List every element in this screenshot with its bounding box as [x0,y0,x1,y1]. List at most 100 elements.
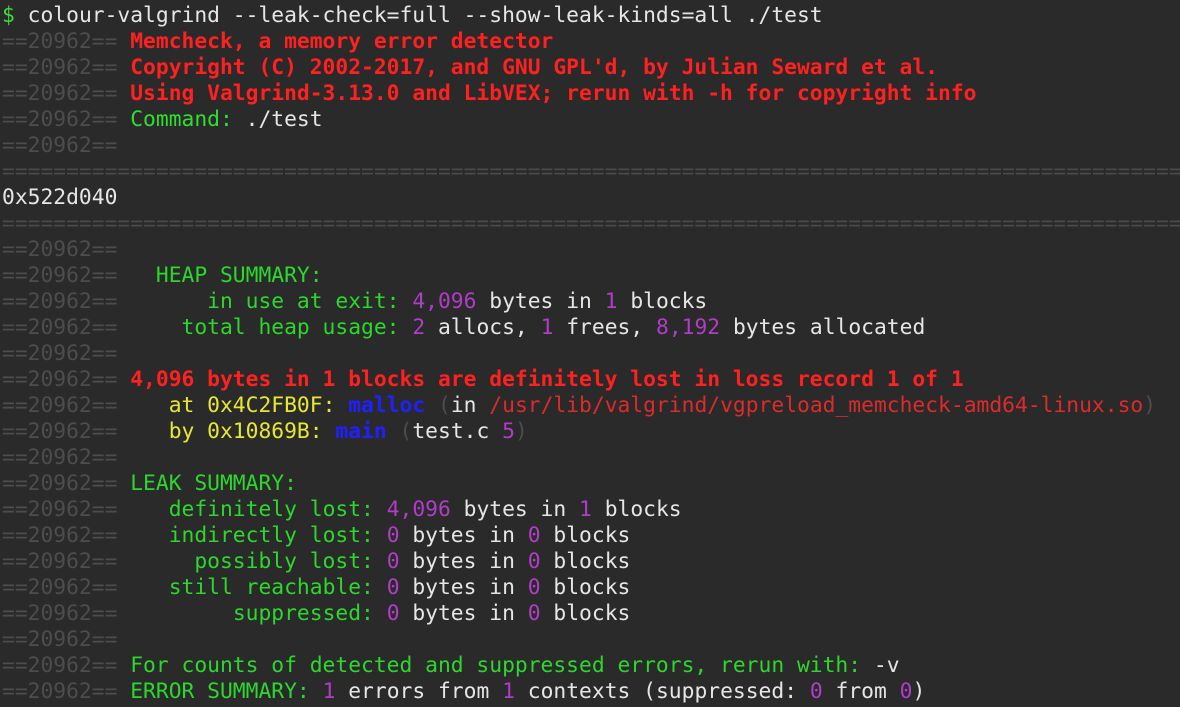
leak-summary-label: LEAK SUMMARY: [130,471,297,496]
leak-row-blocks: 0 [527,575,541,600]
frame1-open-paren: ( [437,393,451,418]
pid-prefix: ==20962== [2,679,118,704]
header-copyright-line: ==20962== Copyright (C) 2002-2017, and G… [0,55,1180,81]
contexts-count: 1 [502,679,515,704]
leak-row-blocks-word: blocks [604,497,682,522]
frees-word: frees, [566,315,644,340]
frame2-address: by 0x10869B: [168,419,323,444]
pid-prefix: ==20962== [2,367,118,392]
blank-pid-line: ==20962== [0,133,1180,159]
heap-summary-label: HEAP SUMMARY: [155,263,323,288]
in-use-label: in use at exit: [207,289,400,314]
contexts-word: contexts (suppressed: [527,679,798,704]
error-count: 1 [322,679,336,704]
pid-prefix: ==20962== [2,107,118,132]
leak-row-suppressed: ==20962== suppressed: 0 bytes in 0 block… [0,601,1180,627]
pid-prefix: ==20962== [2,575,118,600]
frame1-in-word: in [450,393,477,418]
leak-row-bytes: 0 [386,575,400,600]
leak-row-label: definitely lost: [168,497,374,522]
separator-bottom: ========================================… [2,211,1180,236]
error-summary-line: ==20962== ERROR SUMMARY: 1 errors from 1… [0,679,1180,705]
loss-record-line: ==20962== 4,096 bytes in 1 blocks are de… [0,367,1180,393]
error-summary-label: ERROR SUMMARY: [130,679,310,704]
terminal-window[interactable]: $ colour-valgrind --leak-check=full --sh… [0,0,1180,707]
leak-row-bytes: 0 [386,523,400,548]
blank-pid-line: ==20962== [0,237,1180,263]
header-version: Using Valgrind-3.13.0 and LibVEX; rerun … [130,81,977,106]
leak-row-bytes-word: bytes in [463,497,567,522]
blank-pid-line: ==20962== [0,341,1180,367]
pid-prefix: ==20962== [2,55,118,80]
pid-prefix: ==20962== [2,497,118,522]
blank-pid-line: ==20962== [0,627,1180,653]
pid-prefix: ==20962== [2,471,118,496]
pid-prefix: ==20962== [2,523,118,548]
program-output: 0x522d040 [0,185,1180,211]
pid-prefix: ==20962== [2,653,118,678]
leak-row-blocks: 0 [527,549,541,574]
errors-word: errors from [348,679,490,704]
frame1-close-paren: ) [1143,393,1157,418]
pid-prefix: ==20962== [2,263,118,288]
pid-prefix: ==20962== [2,315,118,340]
in-use-blocks-word: blocks [630,289,708,314]
frame2-close-paren: ) [514,419,528,444]
leak-summary-heading: ==20962== LEAK SUMMARY: [0,471,1180,497]
in-use-bytes-word: bytes in [489,289,592,314]
frame2-line-number: 5 [502,419,515,444]
leak-row-bytes-word: bytes in [412,575,515,600]
prompt-symbol: $ [2,3,15,28]
program-output-text: 0x522d040 [2,185,118,210]
frame2-open-paren: ( [399,419,413,444]
header-version-line: ==20962== Using Valgrind-3.13.0 and LibV… [0,81,1180,107]
frame1-address: at 0x4C2FB0F: [168,393,336,418]
suppressed-count: 0 [809,679,823,704]
pid-prefix: ==20962== [2,549,118,574]
leak-row-blocks-word: blocks [553,523,631,548]
frame2-function: main [335,419,387,444]
pid-prefix: ==20962== [2,29,118,54]
pid-prefix: ==20962== [2,133,118,158]
leak-row-bytes: 4,096 [386,497,451,522]
leak-row-possibly: ==20962== possibly lost: 0 bytes in 0 bl… [0,549,1180,575]
leak-row-bytes: 0 [386,601,400,626]
pid-prefix: ==20962== [2,627,118,652]
leak-row-bytes: 0 [386,549,400,574]
counts-hint: For counts of detected and suppressed er… [130,653,862,678]
allocated-bytes: 8,192 [656,315,721,340]
loss-record-message: 4,096 bytes in 1 blocks are definitely l… [130,367,964,392]
header-command-line: ==20962== Command: ./test [0,107,1180,133]
allocs-word: allocs, [437,315,528,340]
stack-frame-2: ==20962== by 0x10869B: main (test.c 5) [0,419,1180,445]
pid-prefix: ==20962== [2,81,118,106]
pid-prefix: ==20962== [2,237,118,262]
header-title: Memcheck, a memory error detector [130,29,554,54]
header-copyright: Copyright (C) 2002-2017, and GNU GPL'd, … [130,55,939,80]
command-value: ./test [245,107,323,132]
counts-flag: -v [873,653,900,678]
counts-hint-line: ==20962== For counts of detected and sup… [0,653,1180,679]
leak-row-bytes-word: bytes in [412,523,515,548]
leak-row-blocks-word: blocks [553,575,631,600]
pid-prefix: ==20962== [2,393,118,418]
leak-row-label: indirectly lost: [168,523,374,548]
leak-row-indirectly: ==20962== indirectly lost: 0 bytes in 0 … [0,523,1180,549]
heap-summary-heading: ==20962== HEAP SUMMARY: [0,263,1180,289]
total-heap-label: total heap usage: [181,315,400,340]
leak-row-label: suppressed: [232,601,374,626]
frees-count: 1 [540,315,554,340]
leak-row-bytes-word: bytes in [412,549,515,574]
allocated-word: bytes allocated [732,315,926,340]
stack-frame-1: ==20962== at 0x4C2FB0F: malloc (in /usr/… [0,393,1180,419]
pid-prefix: ==20962== [2,289,118,314]
frame2-file: test.c [412,419,490,444]
from-word: from [835,679,887,704]
frame1-function: malloc [348,393,426,418]
leak-row-still-reachable: ==20962== still reachable: 0 bytes in 0 … [0,575,1180,601]
frame1-path: /usr/lib/valgrind/vgpreload_memcheck-amd… [489,393,1144,418]
leak-row-definitely: ==20962== definitely lost: 4,096 bytes i… [0,497,1180,523]
leak-row-blocks-word: blocks [553,549,631,574]
heap-in-use-line: ==20962== in use at exit: 4,096 bytes in… [0,289,1180,315]
leak-row-label: possibly lost: [194,549,374,574]
